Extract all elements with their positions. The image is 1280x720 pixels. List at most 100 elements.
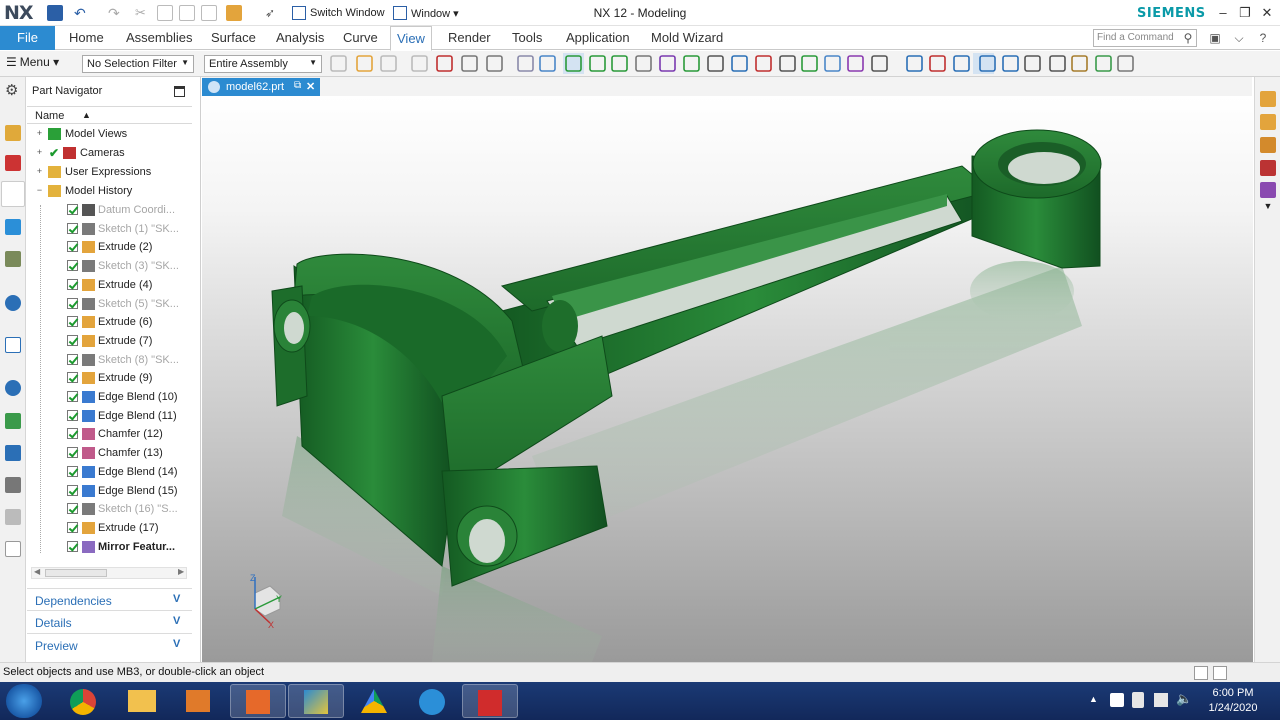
switch-window-button[interactable]: Switch Window (292, 4, 385, 22)
visibility-checkbox[interactable] (67, 540, 78, 552)
tab-analysis[interactable]: Analysis (270, 26, 330, 50)
toolbar-command-icon[interactable] (1117, 55, 1134, 72)
tree-item[interactable]: + ✔ Cameras (27, 144, 192, 163)
tray-expand-icon[interactable]: ▲ (1089, 694, 1098, 704)
toolbar-command-icon[interactable] (871, 55, 888, 72)
roles-icon[interactable] (5, 477, 21, 493)
document-tab[interactable]: model62.prt ⧉ ✕ (202, 78, 320, 96)
scroll-left-icon[interactable]: ◀ (34, 567, 40, 576)
feature-item[interactable]: Sketch (16) "S... (27, 500, 192, 519)
restore-icon[interactable]: ❐ (1235, 3, 1255, 23)
feature-item[interactable]: Extrude (9) (27, 369, 192, 388)
tab-file[interactable]: File (0, 26, 55, 50)
toolbar-command-icon[interactable] (755, 55, 772, 72)
toolbar-command-icon[interactable] (801, 55, 818, 72)
toolbar-command-icon[interactable] (356, 55, 373, 72)
feature-item[interactable]: Extrude (4) (27, 276, 192, 295)
horizontal-scrollbar[interactable]: ◀ ▶ (31, 567, 187, 579)
feature-item[interactable]: Sketch (8) "SK... (27, 351, 192, 370)
flag-icon[interactable] (1110, 693, 1124, 707)
visibility-checkbox[interactable] (67, 334, 78, 346)
copy-icon[interactable] (157, 5, 173, 21)
visibility-checkbox[interactable] (67, 297, 78, 309)
taskbar-drive[interactable] (346, 684, 402, 718)
feature-item[interactable]: Edge Blend (11) (27, 407, 192, 426)
visibility-checkbox[interactable] (67, 260, 78, 272)
system-scenes-icon[interactable] (5, 509, 21, 525)
blank-panel-icon[interactable] (5, 541, 21, 557)
details-panel[interactable]: Details V (27, 610, 192, 632)
visibility-checkbox[interactable] (67, 521, 78, 533)
visibility-checkbox[interactable] (67, 484, 78, 496)
toolbar-command-icon[interactable] (1024, 55, 1041, 72)
redo-icon[interactable]: ↷ (108, 5, 124, 21)
scroll-right-icon[interactable]: ▶ (178, 567, 184, 576)
visibility-checkbox[interactable] (67, 372, 78, 384)
taskbar-app[interactable] (230, 684, 286, 718)
feature-item[interactable]: Chamfer (13) (27, 444, 192, 463)
toolbar-command-icon[interactable] (589, 55, 606, 72)
tab-view[interactable]: View (390, 26, 432, 51)
collapse-icon[interactable]: − (35, 186, 44, 195)
more-icon[interactable]: ▼ (1260, 201, 1276, 217)
toolbar-command-icon[interactable] (611, 55, 628, 72)
visibility-checkbox[interactable] (67, 204, 78, 215)
toolbar-command-icon[interactable] (486, 55, 503, 72)
help-icon[interactable]: ? (1255, 30, 1271, 46)
tab-render[interactable]: Render (442, 26, 497, 50)
expand-icon[interactable]: + (35, 129, 44, 138)
undo-icon[interactable]: ↶ (74, 5, 90, 21)
delete-icon[interactable] (201, 5, 217, 21)
feature-item[interactable]: Extrude (2) (27, 238, 192, 257)
visibility-checkbox[interactable] (67, 241, 78, 253)
manufacturing-wizard-icon[interactable] (5, 445, 21, 461)
tree-item[interactable]: − Model History (27, 182, 192, 201)
popout-icon[interactable]: ⧉ (294, 80, 301, 91)
process-studio-icon[interactable] (5, 413, 21, 429)
view-tool-icon[interactable] (1260, 182, 1276, 198)
window-menu[interactable]: Window ▾ (393, 4, 459, 22)
toolbar-command-icon[interactable] (906, 55, 923, 72)
toolbar-command-icon[interactable] (1002, 55, 1019, 72)
feature-item[interactable]: Extrude (6) (27, 313, 192, 332)
preview-panel[interactable]: Preview V (27, 633, 192, 655)
navigator-column-header[interactable]: Name ▲ (27, 106, 192, 124)
dependencies-panel[interactable]: Dependencies V (27, 588, 192, 610)
status-option-icon[interactable] (1194, 666, 1208, 680)
expand-icon[interactable]: + (35, 167, 44, 176)
toolbar-icon-strip[interactable] (0, 51, 1280, 77)
taskbar-chrome[interactable] (56, 684, 112, 718)
reuse-library-icon[interactable] (5, 219, 21, 235)
close-icon[interactable]: ✕ (1257, 3, 1277, 23)
clock-icon[interactable] (5, 380, 21, 396)
toolbar-command-icon[interactable] (461, 55, 478, 72)
toolbar-command-icon[interactable] (411, 55, 428, 72)
visibility-checkbox[interactable] (67, 353, 78, 365)
feature-item[interactable]: Extrude (17) (27, 519, 192, 538)
visibility-checkbox[interactable] (67, 222, 78, 234)
tab-mold-wizard[interactable]: Mold Wizard (645, 26, 729, 50)
history-icon[interactable] (5, 337, 21, 353)
maximize-icon[interactable] (174, 86, 185, 97)
tab-home[interactable]: Home (63, 26, 110, 50)
toolbar-command-icon[interactable] (330, 55, 347, 72)
fullscreen-icon[interactable] (1213, 666, 1227, 680)
toolbar-command-icon[interactable] (659, 55, 676, 72)
system-clock[interactable]: 6:00 PM 1/24/2020 (1198, 686, 1268, 716)
toolbar-command-icon[interactable] (380, 55, 397, 72)
feature-item[interactable]: Edge Blend (14) (27, 463, 192, 482)
feature-item[interactable]: Sketch (3) "SK... (27, 257, 192, 276)
feature-item[interactable]: Sketch (5) "SK... (27, 295, 192, 314)
hd3d-tools-icon[interactable] (5, 251, 21, 267)
visibility-checkbox[interactable] (67, 391, 78, 402)
toolbar-command-icon[interactable] (683, 55, 700, 72)
paste-icon[interactable] (179, 5, 195, 21)
toolbar-command-icon[interactable] (1049, 55, 1066, 72)
collapse-ribbon-icon[interactable]: ⌵ (1231, 30, 1247, 46)
toolbar-command-icon[interactable] (929, 55, 946, 72)
visibility-checkbox[interactable] (67, 447, 78, 459)
taskbar-pdf[interactable] (462, 684, 518, 718)
volume-icon[interactable]: 🔈 (1176, 691, 1192, 707)
feature-item[interactable]: Extrude (7) (27, 332, 192, 351)
view-tool-icon[interactable] (1260, 137, 1276, 153)
